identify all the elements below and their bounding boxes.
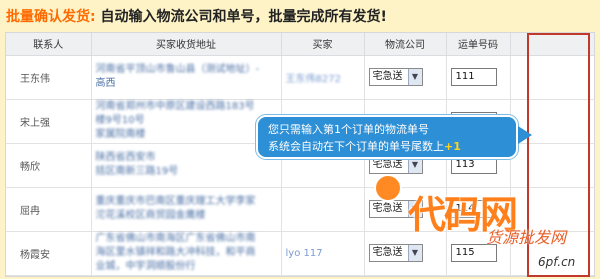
extra-cell [510, 55, 594, 100]
watermark-logo-icon [374, 174, 402, 202]
contact-name: 屈冉 [6, 187, 92, 232]
callout-pointer-icon [518, 126, 532, 144]
header-description: 自动输入物流公司和单号，批量完成所有发货! [100, 9, 387, 25]
courier-select[interactable]: 宅急送 ▼ [368, 68, 423, 86]
column-header-address: 买家收货地址 [91, 33, 282, 56]
page-header: 批量确认发货: 自动输入物流公司和单号，批量完成所有发货! [0, 0, 600, 30]
courier-value: 宅急送 [372, 247, 403, 258]
address-cell: 重庆重庆市巴南区重庆理工大学李家 沱花溪校区商贸园金鹰楼 [91, 187, 282, 232]
address-line: 河南省平顶山市鲁山县（测试地址）- [95, 64, 260, 75]
tip-plus-one: +1 [444, 140, 461, 153]
buyer-cell[interactable]: 王东伟8272 [281, 55, 365, 100]
courier-value: 宅急送 [372, 203, 403, 214]
address-cell: 陕西省西安市 括区南新三路19号 [91, 143, 282, 188]
chevron-down-icon[interactable]: ▼ [407, 245, 422, 261]
address-line: 沱花溪校区商贸园金鹰楼 [95, 210, 206, 221]
address-line: 楼9号10号 [95, 115, 145, 126]
column-header-contact: 联系人 [6, 33, 92, 56]
address-cell: 河南省郑州市中原区建设西路183号 楼9号10号 家属院南楼 [91, 99, 282, 144]
column-header-extra [510, 33, 594, 56]
table-header-row: 联系人 买家收货地址 买家 物流公司 运单号码 [6, 33, 594, 56]
courier-value: 宅急送 [372, 71, 403, 82]
courier-select[interactable]: 宅急送 ▼ [368, 244, 423, 262]
table-row: 王东伟 河南省平顶山市鲁山县（测试地址）- 高西 王东伟8272 宅急送 ▼ 11… [6, 55, 594, 100]
watermark-site: 6pf.cn [538, 255, 576, 269]
contact-name: 杨霞安 [6, 231, 92, 276]
buyer-cell[interactable] [281, 187, 365, 232]
address-line: 陕西省西安市 [95, 152, 156, 163]
column-header-tracking: 运单号码 [446, 33, 511, 56]
extra-cell [510, 143, 594, 188]
address-cell: 河南省平顶山市鲁山县（测试地址）- 高西 [91, 55, 282, 100]
buyer-cell[interactable]: lyo 117 [281, 231, 365, 276]
buyer-id[interactable]: 王东伟8272 [286, 74, 341, 85]
tracking-input[interactable]: 111 [450, 68, 497, 86]
address-line: 广东省佛山市南海区广东省佛山市南 [95, 233, 256, 244]
contact-name: 王东伟 [6, 55, 92, 100]
address-line: 业城，中宇洞顺股份行 [95, 261, 196, 272]
address-line: 括区南新三路19号 [95, 166, 179, 177]
buyer-id[interactable]: lyo 117 [286, 248, 323, 259]
tip-line-2: 系统会自动在下个订单的单号尾数上+1 [268, 138, 516, 155]
chevron-down-icon[interactable]: ▼ [407, 157, 422, 173]
address-line: 海区里水镇祥和路大冲科技，和平商 [95, 247, 256, 258]
header-highlight: 批量确认发货: [6, 9, 96, 25]
contact-name: 宋上强 [6, 99, 92, 144]
tracking-cell: 111 [446, 55, 511, 100]
tip-callout: 您只需输入第1个订单的物流单号 系统会自动在下个订单的单号尾数上+1 [256, 115, 518, 159]
address-line: 河南省郑州市中原区建设西路183号 [95, 101, 255, 112]
courier-cell: 宅急送 ▼ [364, 55, 447, 100]
column-header-buyer: 买家 [281, 33, 365, 56]
chevron-down-icon[interactable]: ▼ [407, 69, 422, 85]
contact-name: 畅欣 [6, 143, 92, 188]
address-line: 家属院南楼 [95, 129, 146, 140]
tip-line-2-text: 系统会自动在下个订单的单号尾数上 [268, 140, 444, 153]
address-line: 高西 [95, 78, 116, 89]
tip-line-1: 您只需输入第1个订单的物流单号 [268, 123, 429, 136]
courier-value: 宅急送 [372, 159, 403, 170]
address-cell: 广东省佛山市南海区广东省佛山市南 海区里水镇祥和路大冲科技，和平商 业城，中宇洞… [91, 231, 282, 276]
watermark-subtitle: 货源批发网 [486, 228, 567, 247]
address-line: 重庆重庆市巴南区重庆理工大学李家 [95, 196, 256, 207]
column-header-courier: 物流公司 [364, 33, 447, 56]
